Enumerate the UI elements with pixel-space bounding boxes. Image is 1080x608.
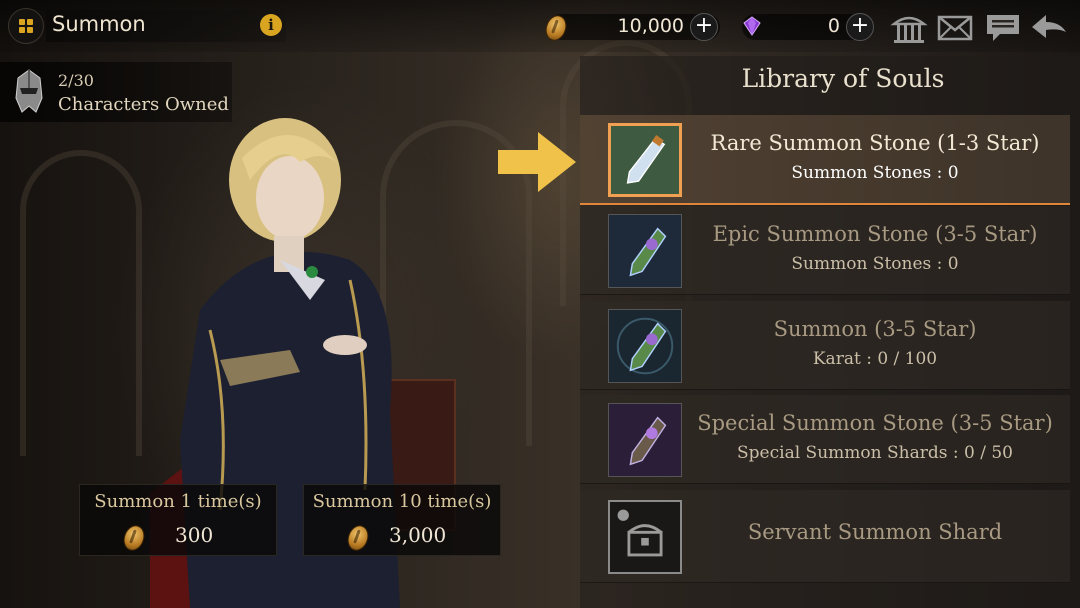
item-name: Servant Summon Shard	[747, 520, 1003, 544]
owned-count: 2/30	[58, 71, 94, 90]
item-sub: Summon Stones : 0	[791, 254, 959, 274]
background-arch	[20, 150, 142, 456]
item-sub: Summon Stones : 0	[791, 163, 959, 183]
special-stone-thumb	[608, 403, 682, 477]
item-name: Summon (3-5 Star)	[773, 317, 977, 341]
grid-menu-icon	[19, 19, 33, 33]
karat-summon-icon	[609, 310, 681, 382]
helmet-icon	[15, 69, 43, 113]
library-panel: Library of Souls Rare Summon Stone (1-3 …	[580, 56, 1080, 608]
epic-stone-icon	[609, 215, 681, 287]
list-item-rare-summon[interactable]: Rare Summon Stone (1-3 Star) Summon Ston…	[580, 115, 1070, 205]
gem-value: 0	[827, 15, 840, 37]
item-sub: Special Summon Shards : 0 / 50	[737, 443, 1013, 463]
coin-icon	[542, 12, 570, 44]
top-bar: Summon i 10,000 + 0 +	[0, 0, 1080, 52]
rare-stone-thumb	[608, 123, 682, 197]
gem-currency: 0 +	[742, 13, 874, 41]
treasure-chest-icon	[617, 509, 663, 557]
mail-icon[interactable]	[936, 10, 974, 44]
item-name: Special Summon Stone (3-5 Star)	[697, 411, 1053, 435]
gold-currency: 10,000 +	[542, 12, 720, 44]
add-gem-button[interactable]: +	[846, 13, 874, 41]
rare-stone-icon	[611, 126, 679, 194]
epic-stone-thumb	[608, 214, 682, 288]
panel-title: Library of Souls	[741, 64, 945, 93]
menu-button[interactable]	[8, 8, 44, 44]
list-item-karat-summon[interactable]: Summon (3-5 Star) Karat : 0 / 100	[580, 301, 1070, 390]
info-icon[interactable]: i	[260, 14, 282, 36]
yellow-arrow-icon	[498, 132, 576, 192]
title-bar: Summon i	[46, 10, 286, 42]
summon-10-button[interactable]: Summon 10 time(s) 3,000	[303, 484, 501, 556]
summon-10-cost: 3,000	[389, 523, 447, 547]
summon-1-cost: 300	[175, 523, 214, 547]
item-name: Epic Summon Stone (3-5 Star)	[712, 222, 1038, 246]
servant-shard-thumb	[608, 500, 682, 574]
item-name: Rare Summon Stone (1-3 Star)	[710, 131, 1040, 155]
summon-1-button[interactable]: Summon 1 time(s) 300	[79, 484, 277, 556]
temple-icon[interactable]	[890, 10, 928, 44]
gold-value: 10,000	[617, 15, 684, 37]
add-gold-button[interactable]: +	[690, 13, 718, 41]
back-arrow-icon[interactable]	[1030, 10, 1068, 44]
special-stone-icon	[609, 404, 681, 476]
purple-gem-icon	[743, 16, 761, 36]
list-item-special-summon[interactable]: Special Summon Stone (3-5 Star) Special …	[580, 395, 1070, 484]
page-title: Summon	[52, 12, 146, 36]
list-item-epic-summon[interactable]: Epic Summon Stone (3-5 Star) Summon Ston…	[580, 206, 1070, 295]
summon-1-label: Summon 1 time(s)	[94, 491, 262, 512]
list-item-servant-summon[interactable]: Servant Summon Shard	[580, 490, 1070, 583]
summon-10-label: Summon 10 time(s)	[312, 491, 492, 512]
karat-summon-thumb	[608, 309, 682, 383]
chat-icon[interactable]	[984, 10, 1022, 44]
coin-icon	[120, 522, 148, 554]
coin-icon	[344, 522, 372, 554]
item-sub: Karat : 0 / 100	[812, 349, 938, 369]
